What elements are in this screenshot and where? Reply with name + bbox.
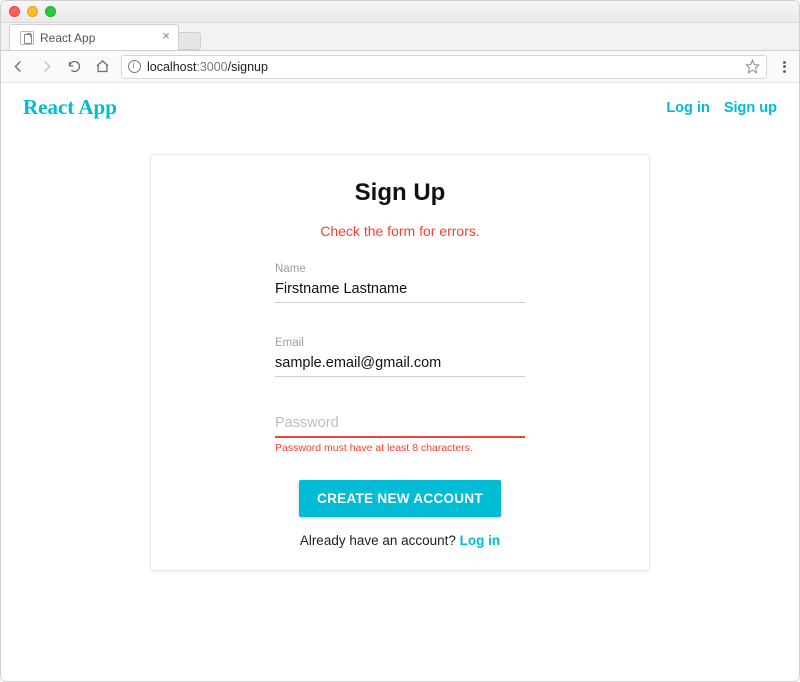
browser-toolbar: localhost:3000/signup (1, 51, 799, 83)
email-input[interactable] (275, 351, 525, 377)
home-button[interactable] (93, 58, 111, 76)
browser-tab[interactable]: React App × (9, 24, 179, 50)
signup-link[interactable]: Sign up (724, 100, 777, 116)
window-close-icon[interactable] (9, 6, 20, 17)
form-title: Sign Up (171, 179, 629, 207)
already-text: Already have an account? (300, 533, 460, 548)
url-port: :3000 (196, 60, 227, 74)
reload-button[interactable] (65, 58, 83, 76)
window-minimize-icon[interactable] (27, 6, 38, 17)
close-icon[interactable]: × (160, 31, 172, 43)
app-header: React App Log in Sign up (23, 93, 777, 134)
form-error-summary: Check the form for errors. (171, 223, 629, 239)
new-tab-button[interactable] (179, 32, 201, 50)
back-button[interactable] (9, 58, 27, 76)
header-nav: Log in Sign up (666, 100, 777, 116)
window-titlebar (1, 1, 799, 23)
page-viewport: React App Log in Sign up Sign Up Check t… (1, 83, 799, 681)
create-account-button[interactable]: CREATE NEW ACCOUNT (299, 480, 501, 517)
email-field: Email (275, 337, 525, 377)
forward-button[interactable] (37, 58, 55, 76)
brand-logo[interactable]: React App (23, 95, 117, 120)
site-info-icon[interactable] (128, 60, 141, 73)
name-label: Name (275, 263, 525, 275)
tab-title: React App (40, 31, 95, 45)
login-link[interactable]: Log in (666, 100, 710, 116)
url-host: localhost (147, 60, 196, 74)
browser-window: React App × localhost:3000/signup (0, 0, 800, 682)
tab-strip: React App × (1, 23, 799, 51)
address-bar[interactable]: localhost:3000/signup (121, 55, 767, 79)
password-field: Password must have at least 8 characters… (275, 411, 525, 454)
browser-menu-button[interactable] (777, 60, 791, 74)
signup-card: Sign Up Check the form for errors. Name … (150, 154, 650, 571)
already-login-link[interactable]: Log in (460, 533, 501, 548)
email-label: Email (275, 337, 525, 349)
password-error: Password must have at least 8 characters… (275, 442, 525, 454)
window-maximize-icon[interactable] (45, 6, 56, 17)
file-icon (20, 31, 34, 45)
bookmark-icon[interactable] (745, 59, 760, 74)
name-field: Name (275, 263, 525, 303)
name-input[interactable] (275, 277, 525, 303)
password-input[interactable] (275, 411, 525, 438)
already-have-account: Already have an account? Log in (171, 533, 629, 548)
url-path: /signup (228, 60, 268, 74)
